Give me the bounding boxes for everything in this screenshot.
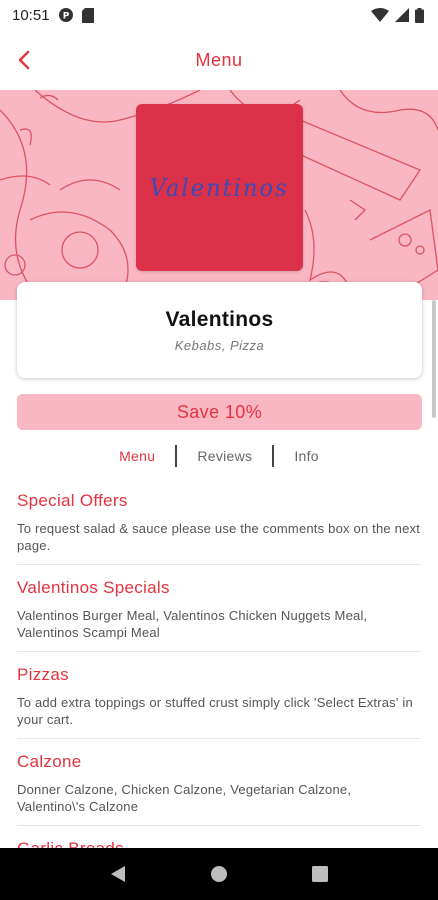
system-nav-bar bbox=[0, 848, 438, 900]
back-button[interactable] bbox=[10, 46, 38, 74]
page-title: Menu bbox=[195, 49, 243, 70]
tab-reviews[interactable]: Reviews bbox=[177, 448, 272, 464]
category-calzone[interactable]: Calzone Donner Calzone, Chicken Calzone,… bbox=[17, 739, 421, 826]
sd-card-icon bbox=[81, 7, 94, 23]
category-title: Pizzas bbox=[17, 665, 69, 684]
battery-icon bbox=[415, 7, 424, 23]
category-description: To add extra toppings or stuffed crust s… bbox=[17, 695, 413, 727]
category-valentinos-specials[interactable]: Valentinos Specials Valentinos Burger Me… bbox=[17, 565, 421, 652]
category-title: Calzone bbox=[17, 752, 82, 771]
category-title: Valentinos Specials bbox=[17, 578, 170, 597]
category-description: To request salad & sauce please use the … bbox=[17, 521, 421, 553]
svg-text:P: P bbox=[62, 12, 69, 22]
logo-text: Valentinos bbox=[149, 173, 289, 202]
category-special-offers[interactable]: Special Offers To request salad & sauce … bbox=[17, 478, 421, 565]
app-notification-icon: P bbox=[58, 7, 74, 23]
nav-recents-button[interactable] bbox=[300, 854, 340, 894]
tab-menu[interactable]: Menu bbox=[99, 448, 175, 464]
nav-back-button[interactable] bbox=[98, 854, 138, 894]
chevron-left-icon bbox=[18, 50, 30, 70]
restaurant-info-card: Valentinos Kebabs, Pizza bbox=[17, 282, 422, 378]
tab-bar: Menu Reviews Info bbox=[0, 444, 438, 468]
restaurant-name: Valentinos bbox=[165, 307, 274, 331]
tab-info[interactable]: Info bbox=[274, 448, 339, 464]
cuisine-tags: Kebabs, Pizza bbox=[174, 337, 265, 353]
category-description: Valentinos Burger Meal, Valentinos Chick… bbox=[17, 608, 368, 640]
category-description: Donner Calzone, Chicken Calzone, Vegetar… bbox=[17, 782, 352, 814]
scrollbar[interactable] bbox=[432, 300, 436, 418]
wifi-icon bbox=[371, 8, 389, 22]
category-title: Special Offers bbox=[17, 491, 128, 510]
nav-home-button[interactable] bbox=[199, 854, 239, 894]
status-bar: 10:51 P bbox=[0, 0, 438, 30]
triangle-back-icon bbox=[111, 866, 126, 882]
circle-home-icon bbox=[210, 866, 227, 882]
category-pizzas[interactable]: Pizzas To add extra toppings or stuffed … bbox=[17, 652, 421, 739]
app-bar: Menu bbox=[0, 30, 438, 90]
status-time: 10:51 bbox=[12, 6, 50, 24]
promo-banner: Save 10% bbox=[17, 394, 422, 430]
menu-category-list: Special Offers To request salad & sauce … bbox=[0, 478, 438, 871]
restaurant-logo: Valentinos bbox=[136, 104, 303, 271]
square-recents-icon bbox=[311, 866, 328, 882]
status-right bbox=[371, 7, 424, 23]
status-left: 10:51 P bbox=[12, 7, 94, 24]
signal-icon bbox=[395, 8, 409, 22]
